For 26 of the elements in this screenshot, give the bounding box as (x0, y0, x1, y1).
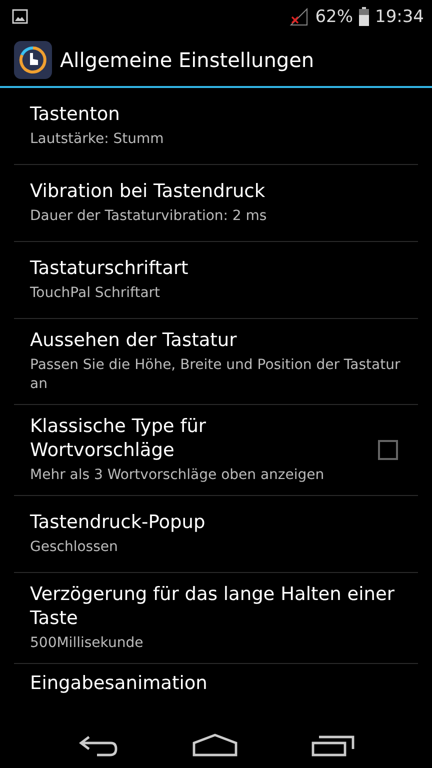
battery-percentage: 62% (315, 6, 353, 26)
setting-summary: Mehr als 3 Wortvorschläge oben anzeigen (30, 466, 326, 485)
setting-title[interactable]: Tastendruck-Popup (30, 510, 418, 535)
setting-summary: Geschlossen (30, 538, 119, 557)
setting-title[interactable]: Vibration bei Tastendruck (30, 180, 418, 204)
no-signal-icon (289, 8, 310, 26)
setting-title[interactable]: Eingabesanimation (30, 672, 418, 696)
setting-summary: TouchPal Schriftart (30, 284, 162, 303)
home-icon[interactable] (192, 733, 238, 757)
recent-apps-icon[interactable] (311, 733, 356, 757)
picture-notification-icon (12, 9, 28, 24)
setting-summary: Lautstärke: Stumm (30, 130, 165, 149)
setting-title[interactable]: Verzögerung für das lange Halten einer Taste (30, 582, 418, 631)
setting-title[interactable]: Tastenton (30, 103, 418, 128)
setting-summary: Passen Sie die Höhe, Breite und Position der Tastatur an (30, 356, 402, 394)
screen-title: Allgemeine Einstellungen (60, 48, 314, 72)
app-logo-icon[interactable] (14, 40, 52, 78)
back-icon[interactable] (76, 733, 119, 757)
checkbox[interactable] (378, 440, 398, 460)
battery-icon (359, 7, 369, 26)
setting-title[interactable]: Aussehen der Tastatur (30, 329, 418, 354)
setting-title[interactable]: Klassische Type für Wortvorschläge (30, 414, 348, 463)
setting-title[interactable]: Tastaturschriftart (30, 257, 418, 282)
setting-summary: 500Millisekunde (30, 634, 144, 653)
clock-time: 19:34 (375, 6, 424, 26)
setting-summary: Dauer der Tastaturvibration: 2 ms (30, 207, 268, 226)
